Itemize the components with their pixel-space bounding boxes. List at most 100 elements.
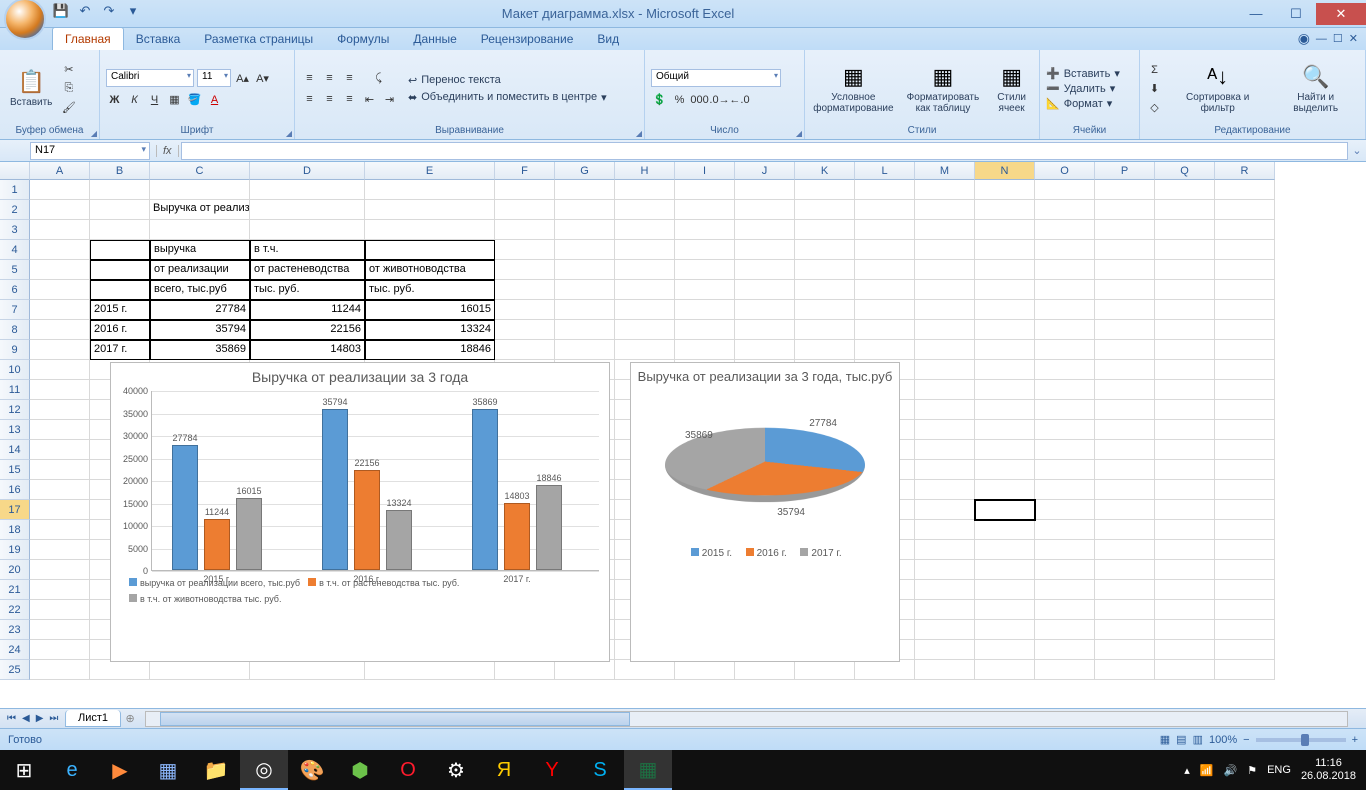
column-header[interactable]: J bbox=[735, 162, 795, 180]
column-header[interactable]: H bbox=[615, 162, 675, 180]
format-painter-icon[interactable]: 🖌 bbox=[60, 99, 77, 116]
underline-button[interactable]: Ч bbox=[146, 91, 163, 108]
cell[interactable]: 2015 г. bbox=[90, 300, 150, 320]
cell[interactable]: 35869 bbox=[150, 340, 250, 360]
cell[interactable]: от растеневодства bbox=[250, 260, 365, 280]
zoom-out-icon[interactable]: − bbox=[1243, 734, 1249, 746]
tab-review[interactable]: Рецензирование bbox=[469, 28, 586, 50]
increase-indent-icon[interactable]: ⇥ bbox=[381, 91, 398, 108]
italic-button[interactable]: К bbox=[126, 91, 143, 108]
sheet-nav[interactable]: ⏮◀▶⏭ bbox=[0, 713, 65, 724]
app-icon[interactable]: ▦ bbox=[144, 750, 192, 790]
row-header[interactable]: 10 bbox=[0, 360, 30, 380]
merge-center-button[interactable]: ⬌Объединить и поместить в центре ▾ bbox=[408, 91, 607, 104]
horizontal-scrollbar[interactable] bbox=[145, 711, 1348, 727]
fill-icon[interactable]: ⬇ bbox=[1146, 80, 1163, 97]
cell[interactable]: 22156 bbox=[250, 320, 365, 340]
skype-icon[interactable]: S bbox=[576, 750, 624, 790]
name-box[interactable]: N17 bbox=[30, 142, 150, 160]
find-select-button[interactable]: 🔍Найти и выделить bbox=[1272, 62, 1359, 116]
tab-data[interactable]: Данные bbox=[401, 28, 468, 50]
close-workbook-icon[interactable]: ✕ bbox=[1349, 32, 1358, 45]
align-center-icon[interactable]: ≡ bbox=[321, 91, 338, 108]
media-icon[interactable]: ▶ bbox=[96, 750, 144, 790]
row-header[interactable]: 8 bbox=[0, 320, 30, 340]
tray-up-icon[interactable]: ▴ bbox=[1184, 764, 1190, 777]
qat-dropdown-icon[interactable]: ▾ bbox=[124, 2, 142, 20]
fill-color-icon[interactable]: 🪣 bbox=[186, 91, 203, 108]
row-header[interactable]: 22 bbox=[0, 600, 30, 620]
minimize-ribbon-icon[interactable]: — bbox=[1316, 33, 1327, 45]
cell[interactable]: выручка bbox=[150, 240, 250, 260]
cell[interactable] bbox=[90, 260, 150, 280]
row-header[interactable]: 9 bbox=[0, 340, 30, 360]
font-size-select[interactable]: 11 bbox=[197, 69, 231, 87]
cell[interactable]: 2016 г. bbox=[90, 320, 150, 340]
lang-indicator[interactable]: ENG bbox=[1267, 764, 1291, 776]
zoom-slider[interactable] bbox=[1256, 738, 1346, 742]
decrease-font-icon[interactable]: A▾ bbox=[254, 70, 271, 87]
expand-icon[interactable]: ◢ bbox=[796, 129, 802, 138]
cell[interactable]: 35794 bbox=[150, 320, 250, 340]
app-icon[interactable]: ⚙ bbox=[432, 750, 480, 790]
view-layout-icon[interactable]: ▤ bbox=[1176, 733, 1186, 746]
explorer-icon[interactable]: 📁 bbox=[192, 750, 240, 790]
maximize-button[interactable]: ☐ bbox=[1276, 3, 1316, 25]
row-header[interactable]: 19 bbox=[0, 540, 30, 560]
wrap-text-button[interactable]: ↩Перенос текста bbox=[408, 74, 607, 87]
percent-icon[interactable]: % bbox=[671, 91, 688, 108]
column-header[interactable]: F bbox=[495, 162, 555, 180]
cell[interactable]: тыс. руб. bbox=[250, 280, 365, 300]
tab-home[interactable]: Главная bbox=[52, 27, 124, 50]
format-cells-button[interactable]: 📐 Формат ▾ bbox=[1046, 97, 1120, 110]
row-header[interactable]: 11 bbox=[0, 380, 30, 400]
format-as-table-button[interactable]: ▦Форматировать как таблицу bbox=[900, 62, 986, 116]
row-header[interactable]: 7 bbox=[0, 300, 30, 320]
sort-filter-button[interactable]: ᴬ↓Сортировка и фильтр bbox=[1167, 62, 1268, 116]
column-header[interactable]: Q bbox=[1155, 162, 1215, 180]
row-header[interactable]: 15 bbox=[0, 460, 30, 480]
row-header[interactable]: 12 bbox=[0, 400, 30, 420]
number-format-select[interactable]: Общий bbox=[651, 69, 781, 87]
align-middle-icon[interactable]: ≡ bbox=[321, 70, 338, 87]
align-left-icon[interactable]: ≡ bbox=[301, 91, 318, 108]
cell[interactable]: тыс. руб. bbox=[365, 280, 495, 300]
row-header[interactable]: 4 bbox=[0, 240, 30, 260]
border-icon[interactable]: ▦ bbox=[166, 91, 183, 108]
cut-icon[interactable]: ✂ bbox=[60, 61, 77, 78]
column-header[interactable]: D bbox=[250, 162, 365, 180]
currency-icon[interactable]: 💲 bbox=[651, 91, 668, 108]
yandex-browser-icon[interactable]: Y bbox=[528, 750, 576, 790]
column-header[interactable]: G bbox=[555, 162, 615, 180]
tab-insert[interactable]: Вставка bbox=[124, 28, 193, 50]
flag-icon[interactable]: ⚑ bbox=[1247, 764, 1257, 777]
minimize-button[interactable]: — bbox=[1236, 3, 1276, 25]
column-header[interactable]: O bbox=[1035, 162, 1095, 180]
row-header[interactable]: 16 bbox=[0, 480, 30, 500]
increase-decimal-icon[interactable]: .0→ bbox=[711, 91, 728, 108]
column-header[interactable]: B bbox=[90, 162, 150, 180]
column-header[interactable]: L bbox=[855, 162, 915, 180]
cell[interactable]: от животноводства bbox=[365, 260, 495, 280]
new-sheet-icon[interactable]: ⊕ bbox=[121, 712, 138, 725]
align-right-icon[interactable]: ≡ bbox=[341, 91, 358, 108]
column-header[interactable]: P bbox=[1095, 162, 1155, 180]
cell[interactable]: 13324 bbox=[365, 320, 495, 340]
orientation-icon[interactable]: ⤹ bbox=[370, 70, 387, 87]
pie-chart[interactable]: Выручка от реализации за 3 года, тыс.руб… bbox=[630, 362, 900, 662]
row-header[interactable]: 17 bbox=[0, 500, 30, 520]
column-header[interactable]: E bbox=[365, 162, 495, 180]
column-header[interactable]: A bbox=[30, 162, 90, 180]
paint-icon[interactable]: 🎨 bbox=[288, 750, 336, 790]
row-header[interactable]: 3 bbox=[0, 220, 30, 240]
wifi-icon[interactable]: 📶 bbox=[1200, 764, 1214, 777]
office-button[interactable] bbox=[4, 0, 46, 40]
cell[interactable] bbox=[365, 240, 495, 260]
selected-cell[interactable] bbox=[975, 500, 1035, 520]
undo-icon[interactable]: ↶ bbox=[76, 2, 94, 20]
cell[interactable] bbox=[90, 280, 150, 300]
column-header[interactable]: R bbox=[1215, 162, 1275, 180]
expand-icon[interactable]: ◢ bbox=[286, 129, 292, 138]
cell[interactable]: всего, тыс.руб bbox=[150, 280, 250, 300]
align-top-icon[interactable]: ≡ bbox=[301, 70, 318, 87]
